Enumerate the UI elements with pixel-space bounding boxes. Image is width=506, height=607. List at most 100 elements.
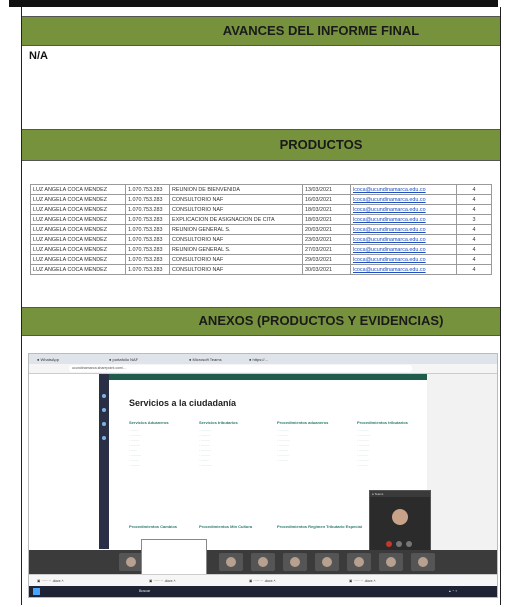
table-row: LUZ ANGELA COCA MENDEZ 1.070.753.283 CONSU… [30,194,492,205]
cell-nombre: LUZ ANGELA COCA MENDEZ [30,254,126,265]
cell-fecha: 20/03/2021 [302,224,351,235]
cell-doc: 1.070.753.283 [125,194,170,205]
system-tray: ▴ ◔ ◖ [449,589,458,593]
participant-thumbnail [315,553,339,571]
cell-correo[interactable]: lcoca@ucundinamarca.edu.co [350,184,457,195]
url-field: ucundinamarca.sharepoint.com/... [69,365,412,372]
cell-fecha: 30/03/2021 [302,264,351,275]
screen-content: Servicios a la ciudadanía Servicios Adua… [29,374,497,581]
portal-link-list: · ·········· · ········· · ········· · ····… [199,428,212,467]
section-header-productos: PRODUCTOS [22,129,500,161]
avatar [386,557,396,567]
cell-correo[interactable]: lcoca@ucundinamarca.edu.co [350,194,457,205]
meeting-window: ● Teams [369,490,431,552]
cell-cantidad: 4 [456,194,492,205]
cell-actividad: CONSULTORIO NAF [169,194,303,205]
cell-cantidad: 4 [456,184,492,195]
cell-fecha: 13/03/2021 [302,184,351,195]
avances-value: N/A [29,50,48,62]
report-frame: AVANCES DEL INFORME FINAL N/A PRODUCTOS … [21,7,501,605]
cell-cantidad: 4 [456,224,492,235]
cell-actividad: EXPLICACION DE ASIGNACION DE CITA [169,214,303,225]
browser-tab: ● Microsoft Teams [189,357,222,362]
cell-correo[interactable]: lcoca@ucundinamarca.edu.co [350,264,457,275]
avatar [290,557,300,567]
portal-link-list: · ······· · ·········· · ········ · ·······… [129,428,141,467]
cell-fecha: 18/03/2021 [302,204,351,215]
table-row: LUZ ANGELA COCA MENDEZ 1.070.753.283 CONSU… [30,264,492,275]
cell-correo[interactable]: lcoca@ucundinamarca.edu.co [350,234,457,245]
cell-doc: 1.070.753.283 [125,254,170,265]
cell-correo[interactable]: lcoca@ucundinamarca.edu.co [350,244,457,255]
table-row: LUZ ANGELA COCA MENDEZ 1.070.753.283 REUNI… [30,224,492,235]
portal-bottom-heading: Procedimientos Min Cultura [199,524,253,529]
browser-tab: ● portafolio NAF [109,357,139,362]
mic-icon [396,541,402,547]
cell-nombre: LUZ ANGELA COCA MENDEZ [30,244,126,255]
cell-actividad: REUNION GENERAL S. [169,244,303,255]
sidebar-icon [102,422,106,426]
download-item: ▣ ········ .docx ˄ [249,579,276,583]
portal-column-heading: Servicios Aduaneros [129,420,169,425]
table-row: LUZ ANGELA COCA MENDEZ 1.070.753.283 REUNI… [30,184,492,195]
cell-doc: 1.070.753.283 [125,184,170,195]
table-row: LUZ ANGELA COCA MENDEZ 1.070.753.283 EXPLI… [30,214,492,225]
browser-tab: ● WhatsApp [37,357,59,362]
cell-fecha: 23/03/2021 [302,234,351,245]
cell-doc: 1.070.753.283 [125,234,170,245]
portal-link-list: · ·········· · ··········· · ·········· · ·… [357,428,370,467]
cell-fecha: 27/03/2021 [302,244,351,255]
participant-thumbnail [379,553,403,571]
portal-bottom-heading: Procedimientos Regimen Tributario Especi… [277,524,362,529]
download-item: ▣ ········ .docx ˄ [37,579,64,583]
table-row: LUZ ANGELA COCA MENDEZ 1.070.753.283 CONSU… [30,204,492,215]
cell-cantidad: 4 [456,234,492,245]
portal-column-heading: Servicios tributarios [199,420,238,425]
cell-actividad: REUNION DE BIENVENIDA [169,184,303,195]
download-item: ▣ ········ .docx ˄ [149,579,176,583]
cell-actividad: CONSULTORIO NAF [169,254,303,265]
cell-doc: 1.070.753.283 [125,244,170,255]
portal-header-bar [109,374,427,380]
portal-link-list: · ·········· · ········· · ··········· · ··… [277,428,290,462]
table-row: LUZ ANGELA COCA MENDEZ 1.070.753.283 CONSU… [30,254,492,265]
sidebar-icon [102,394,106,398]
portal-column-heading: Procedimientos tributarios [357,420,408,425]
productos-table-body: LUZ ANGELA COCA MENDEZ 1.070.753.283 REUNI… [30,179,492,275]
section-title-productos: PRODUCTOS [279,137,363,152]
avatar [354,557,364,567]
camera-icon [406,541,412,547]
avatar [226,557,236,567]
avatar [258,557,268,567]
cell-nombre: LUZ ANGELA COCA MENDEZ [30,224,126,235]
cell-nombre: LUZ ANGELA COCA MENDEZ [30,204,126,215]
participant-thumbnail [251,553,275,571]
table-row: LUZ ANGELA COCA MENDEZ 1.070.753.283 CONSU… [30,234,492,245]
cell-cantidad: 4 [456,244,492,255]
cell-correo[interactable]: lcoca@ucundinamarca.edu.co [350,224,457,235]
download-item: ▣ ········ .docx ˄ [349,579,376,583]
portal-column-heading: Procedimientos aduaneros [277,420,329,425]
participant-thumbnail [283,553,307,571]
avatar [392,509,408,525]
cell-fecha: 29/03/2021 [302,254,351,265]
cell-correo[interactable]: lcoca@ucundinamarca.edu.co [350,204,457,215]
cell-correo[interactable]: lcoca@ucundinamarca.edu.co [350,214,457,225]
cell-nombre: LUZ ANGELA COCA MENDEZ [30,234,126,245]
cell-correo[interactable]: lcoca@ucundinamarca.edu.co [350,254,457,265]
participant-thumbnail [119,553,143,571]
section-title-anexos: ANEXOS (PRODUCTOS Y EVIDENCIAS) [198,313,444,328]
browser-tab-strip: ● WhatsApp ● portafolio NAF ● Microsoft … [29,354,497,364]
portal-bottom-heading: Procedimientos Cambios [129,524,178,529]
taskbar-search: Buscar [139,589,151,593]
cell-actividad: CONSULTORIO NAF [169,234,303,245]
portal-title: Servicios a la ciudadanía [129,398,237,408]
participant-thumbnail [219,553,243,571]
cell-fecha: 16/03/2021 [302,194,351,205]
evidence-screenshot: ● WhatsApp ● portafolio NAF ● Microsoft … [28,353,498,598]
cell-nombre: LUZ ANGELA COCA MENDEZ [30,264,126,275]
top-rule [9,0,498,7]
section-header-anexos: ANEXOS (PRODUCTOS Y EVIDENCIAS) [22,307,500,336]
cell-actividad: REUNION GENERAL S. [169,224,303,235]
section-header-avances: AVANCES DEL INFORME FINAL [22,16,500,46]
